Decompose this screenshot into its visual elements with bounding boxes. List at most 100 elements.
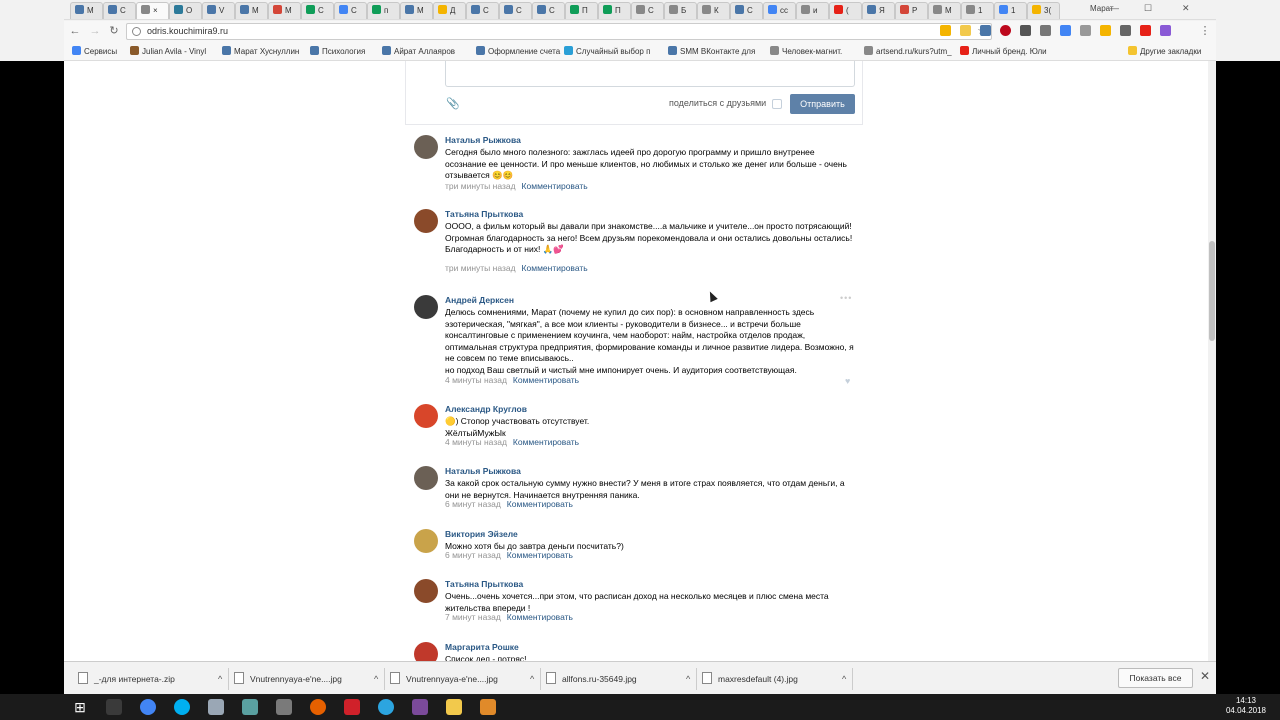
bookmark-item[interactable]: SMM ВКонтакте для <box>668 46 755 56</box>
extension-icon[interactable] <box>1160 25 1171 36</box>
skype-icon[interactable] <box>174 699 190 715</box>
download-item[interactable]: maxresdefault (4).jpg ^ <box>702 669 852 689</box>
extension-icon[interactable] <box>1020 25 1031 36</box>
minimize-icon[interactable]: — <box>1110 3 1119 13</box>
browser-tab[interactable]: 1 <box>994 2 1027 19</box>
comment-time[interactable]: 6 минут назад <box>445 550 501 560</box>
avatar[interactable] <box>414 579 438 603</box>
extension-icon[interactable] <box>1100 25 1111 36</box>
share-checkbox[interactable] <box>772 99 782 109</box>
extension-icon[interactable] <box>1040 25 1051 36</box>
bookmark-item[interactable]: Случайный выбор п <box>564 46 650 56</box>
bookmark-item[interactable]: Айрат Аллаяров <box>382 46 455 56</box>
comment-time[interactable]: три минуты назад <box>445 263 516 273</box>
info-icon[interactable] <box>132 27 141 36</box>
send-button[interactable]: Отправить <box>790 94 855 114</box>
page-scrollbar[interactable] <box>1208 61 1216 661</box>
forward-icon[interactable]: → <box>88 24 102 38</box>
scroll-thumb[interactable] <box>1209 241 1215 341</box>
browser-tab[interactable]: К <box>697 2 730 19</box>
download-item[interactable]: _-для интернета-.zip ^ <box>78 669 228 689</box>
reply-link[interactable]: Комментировать <box>522 181 588 191</box>
browser-tab[interactable]: Я <box>862 2 895 19</box>
firefox-icon[interactable] <box>310 699 326 715</box>
browser-tab[interactable]: сс <box>763 2 796 19</box>
comment-time[interactable]: 4 минуты назад <box>445 375 507 385</box>
back-icon[interactable]: ← <box>68 24 82 38</box>
browser-tab[interactable]: М <box>928 2 961 19</box>
comment-time[interactable]: 4 минуты назад <box>445 437 507 447</box>
close-window-icon[interactable]: ✕ <box>1182 3 1190 14</box>
extension-icon[interactable] <box>980 25 991 36</box>
comment-author[interactable]: Андрей Дерксен <box>445 295 514 305</box>
extension-icon[interactable] <box>960 25 971 36</box>
chevron-up-icon[interactable]: ^ <box>686 669 690 689</box>
comment-author[interactable]: Татьяна Прыткова <box>445 209 523 219</box>
browser-tab[interactable]: V <box>202 2 235 19</box>
browser-tab[interactable]: и <box>796 2 829 19</box>
browser-tab[interactable]: С <box>103 2 136 19</box>
browser-tab[interactable]: × <box>136 2 169 19</box>
comment-author[interactable]: Наталья Рыжкова <box>445 466 521 476</box>
browser-tab[interactable]: М <box>400 2 433 19</box>
close-icon[interactable]: ✕ <box>1200 669 1210 683</box>
browser-tab[interactable]: Б <box>664 2 697 19</box>
reload-icon[interactable]: ↻ <box>107 24 121 38</box>
like-heart-icon[interactable]: ♥ <box>845 376 850 386</box>
chevron-up-icon[interactable]: ^ <box>842 669 846 689</box>
comment-author[interactable]: Маргарита Рошке <box>445 642 519 652</box>
address-bar[interactable]: odris.kouchimira9.ru ☆ <box>126 23 992 40</box>
task-view-icon[interactable] <box>106 699 122 715</box>
bookmark-item[interactable]: artsend.ru/kurs?utm_ <box>864 46 952 56</box>
reply-link[interactable]: Комментировать <box>507 550 573 560</box>
app-icon[interactable] <box>480 699 496 715</box>
more-options-icon[interactable]: ••• <box>840 293 852 303</box>
browser-tab[interactable]: 3( <box>1027 2 1060 19</box>
browser-tab[interactable]: М <box>268 2 301 19</box>
chevron-up-icon[interactable]: ^ <box>530 669 534 689</box>
browser-tab[interactable]: п <box>367 2 400 19</box>
comment-author[interactable]: Виктория Эйзеле <box>445 529 518 539</box>
browser-tab[interactable]: О <box>169 2 202 19</box>
download-item[interactable]: Vnutrennyaya-e'ne....jpg ^ <box>234 669 384 689</box>
chrome-icon[interactable] <box>140 699 156 715</box>
browser-tab[interactable]: С <box>466 2 499 19</box>
comment-author[interactable]: Александр Круглов <box>445 404 527 414</box>
comment-author[interactable]: Наталья Рыжкова <box>445 135 521 145</box>
bookmark-item[interactable]: Человек-магнит. <box>770 46 842 56</box>
browser-tab[interactable]: С <box>532 2 565 19</box>
browser-tab[interactable]: С <box>499 2 532 19</box>
browser-tab[interactable]: С <box>631 2 664 19</box>
youtube-icon[interactable] <box>1140 25 1151 36</box>
bookmark-item[interactable]: Психология <box>310 46 365 56</box>
pinterest-icon[interactable] <box>1000 25 1011 36</box>
browser-tab[interactable]: С <box>301 2 334 19</box>
reply-link[interactable]: Комментировать <box>507 612 573 622</box>
browser-tab[interactable]: Д <box>433 2 466 19</box>
browser-tab[interactable]: М <box>70 2 103 19</box>
bookmark-item[interactable]: Сервисы <box>72 46 117 56</box>
extension-icon[interactable] <box>1080 25 1091 36</box>
app-icon[interactable] <box>412 699 428 715</box>
maximize-icon[interactable]: ☐ <box>1144 3 1152 14</box>
download-item[interactable]: Vnutrennyaya-e'ne....jpg ^ <box>390 669 540 689</box>
browser-tab[interactable]: ( <box>829 2 862 19</box>
bookmark-item[interactable]: Оформление счета <box>476 46 560 56</box>
reply-link[interactable]: Комментировать <box>513 437 579 447</box>
avatar[interactable] <box>414 295 438 319</box>
extension-icon[interactable] <box>1060 25 1071 36</box>
download-item[interactable]: allfons.ru-35649.jpg ^ <box>546 669 696 689</box>
browser-tab[interactable]: С <box>730 2 763 19</box>
avatar[interactable] <box>414 466 438 490</box>
notepad-icon[interactable] <box>208 699 224 715</box>
telegram-icon[interactable] <box>378 699 394 715</box>
chevron-up-icon[interactable]: ^ <box>374 669 378 689</box>
reply-link[interactable]: Комментировать <box>507 499 573 509</box>
browser-tab[interactable]: М <box>235 2 268 19</box>
bookmark-item[interactable]: Марат Хуснуллин <box>222 46 299 56</box>
avatar[interactable] <box>414 529 438 553</box>
windows-start-icon[interactable]: ⊞ <box>72 699 88 715</box>
show-all-downloads-button[interactable]: Показать все <box>1118 668 1193 688</box>
browser-tab[interactable]: Р <box>895 2 928 19</box>
other-bookmarks[interactable]: Другие закладки <box>1128 46 1201 56</box>
